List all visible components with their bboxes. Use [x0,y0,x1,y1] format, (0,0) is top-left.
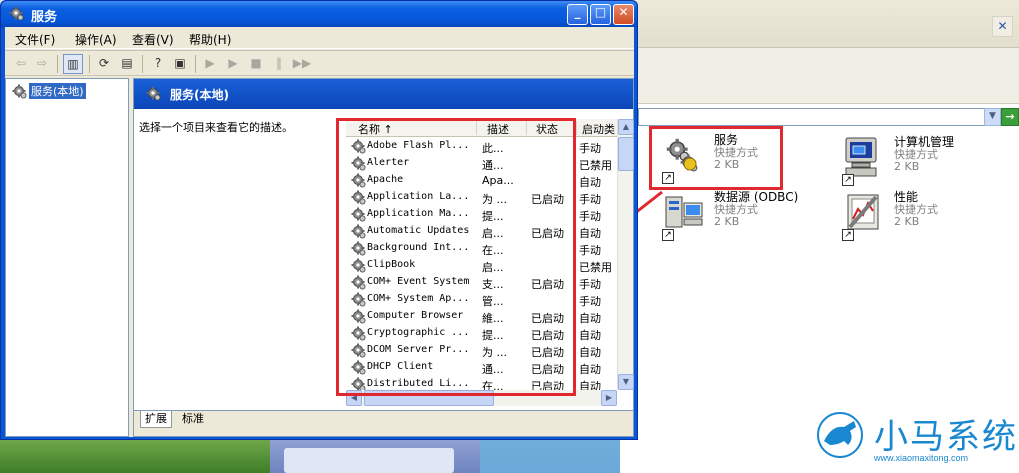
explorer-toolbar [620,48,1019,104]
tab-standard[interactable]: 标准 [178,411,208,428]
menu-help[interactable]: 帮助(H) [189,31,231,48]
highlight-box [336,118,576,396]
pane-header: 服务(本地) [134,79,633,109]
cell-startup-type: 自动 [579,227,601,240]
cell-startup-type: 自动 [579,380,601,390]
explorer-item-text: 性能 快捷方式 2 KB [894,191,938,228]
scroll-down-icon[interactable]: ▼ [618,374,634,390]
column-header-startup[interactable]: 启动类 [582,121,615,137]
menu-bar: 文件(F) 操作(A) 查看(V) 帮助(H) [5,27,634,49]
title-bar[interactable]: 服务 _ □ ✕ [1,1,637,27]
cell-startup-type: 已禁用 [579,261,612,274]
restart-icon[interactable]: ▶▶ [292,54,312,74]
services-gear-icon [12,83,27,99]
shortcut-arrow-icon: ↗ [842,229,854,241]
explorer-item-text: 数据源 (ODBC) 快捷方式 2 KB [714,191,798,228]
view-tabs: 扩展 标准 [134,410,633,436]
cell-startup-type: 自动 [579,176,601,189]
stop-icon[interactable]: ■ [246,54,266,74]
desktop-wallpaper [0,440,270,473]
back-icon[interactable]: ⇦ [11,54,31,74]
cell-startup-type: 手动 [579,295,601,308]
tree-node-services-local[interactable]: 服务(本地) [12,83,86,99]
scroll-right-icon[interactable]: ▶ [601,390,617,406]
explorer-titlebar: ✕ [620,0,1019,48]
pane-header-title: 服务(本地) [170,88,229,102]
toolbar-separator [57,55,58,73]
window-title: 服务 [31,10,58,25]
help-icon[interactable]: ? [148,54,168,74]
menu-file[interactable]: 文件(F) [15,31,55,48]
explorer-item-text: 计算机管理 快捷方式 2 KB [894,136,954,173]
toolbar: ⇦ ⇨ ▥ ⟳ ▤ ? ▣ ▶ ▶ ■ ‖ ▶▶ [5,50,634,76]
pause-icon[interactable]: ‖ [269,54,289,74]
vertical-scrollbar[interactable]: ▲ ▼ [617,119,634,390]
close-button[interactable]: ✕ [613,4,634,25]
scroll-up-icon[interactable]: ▲ [618,119,634,135]
item-size: 2 KB [894,215,920,228]
minimize-button[interactable]: _ [567,4,588,25]
taskbar-window-peek-inner [284,448,454,473]
cell-startup-type: 自动 [579,363,601,376]
cell-startup-type: 手动 [579,142,601,155]
description-text: 选择一个项目来查看它的描述。 [139,121,293,134]
cell-startup-type: 自动 [579,329,601,342]
chevron-down-icon[interactable]: ▼ [984,108,1001,126]
toolbar-separator [89,55,90,73]
tree-node-label: 服务(本地) [29,83,86,99]
toolbar-separator [195,55,196,73]
start-icon[interactable]: ▶ [200,54,220,74]
menu-action[interactable]: 操作(A) [75,31,117,48]
watermark: 小马系统 www.xiaomaxitong.com [812,405,1019,473]
cell-startup-type: 手动 [579,193,601,206]
console-tree: 服务(本地) [5,78,129,437]
show-hide-tree-icon[interactable]: ▥ [63,54,83,74]
watermark-brand: 小马系统 [874,417,1018,457]
start-alt-icon[interactable]: ▶ [223,54,243,74]
properties-icon[interactable]: ▣ [170,54,190,74]
item-size: 2 KB [894,160,920,173]
explorer-close-button[interactable]: ✕ [992,16,1013,37]
explorer-item-computer-management[interactable]: ↗ 计算机管理 快捷方式 2 KB [842,136,992,186]
taskbar-window-peek [270,440,480,473]
services-gear-icon [146,86,161,101]
cell-startup-type: 自动 [579,312,601,325]
scroll-thumb[interactable] [618,137,634,171]
column-separator[interactable] [576,121,577,135]
tab-extended[interactable]: 扩展 [140,411,172,428]
address-input[interactable] [638,108,1002,126]
explorer-item-odbc[interactable]: ↗ 数据源 (ODBC) 快捷方式 2 KB [662,191,832,241]
explorer-item-performance[interactable]: ↗ 性能 快捷方式 2 KB [842,191,992,241]
item-size: 2 KB [714,215,740,228]
maximize-button[interactable]: □ [590,4,611,25]
toolbar-separator [142,55,143,73]
cell-startup-type: 已禁用 [579,159,612,172]
watermark-url: www.xiaomaxitong.com [874,453,969,463]
export-list-icon[interactable]: ▤ [117,54,137,74]
horse-logo-icon [817,412,863,458]
refresh-icon[interactable]: ⟳ [94,54,114,74]
cell-startup-type: 手动 [579,278,601,291]
cell-startup-type: 手动 [579,244,601,257]
menu-view[interactable]: 查看(V) [132,31,174,48]
services-gear-icon [9,6,24,21]
forward-icon[interactable]: ⇨ [32,54,52,74]
shortcut-arrow-icon: ↗ [842,174,854,186]
cell-startup-type: 手动 [579,210,601,223]
cell-startup-type: 自动 [579,346,601,359]
go-button[interactable]: → [1001,108,1019,126]
